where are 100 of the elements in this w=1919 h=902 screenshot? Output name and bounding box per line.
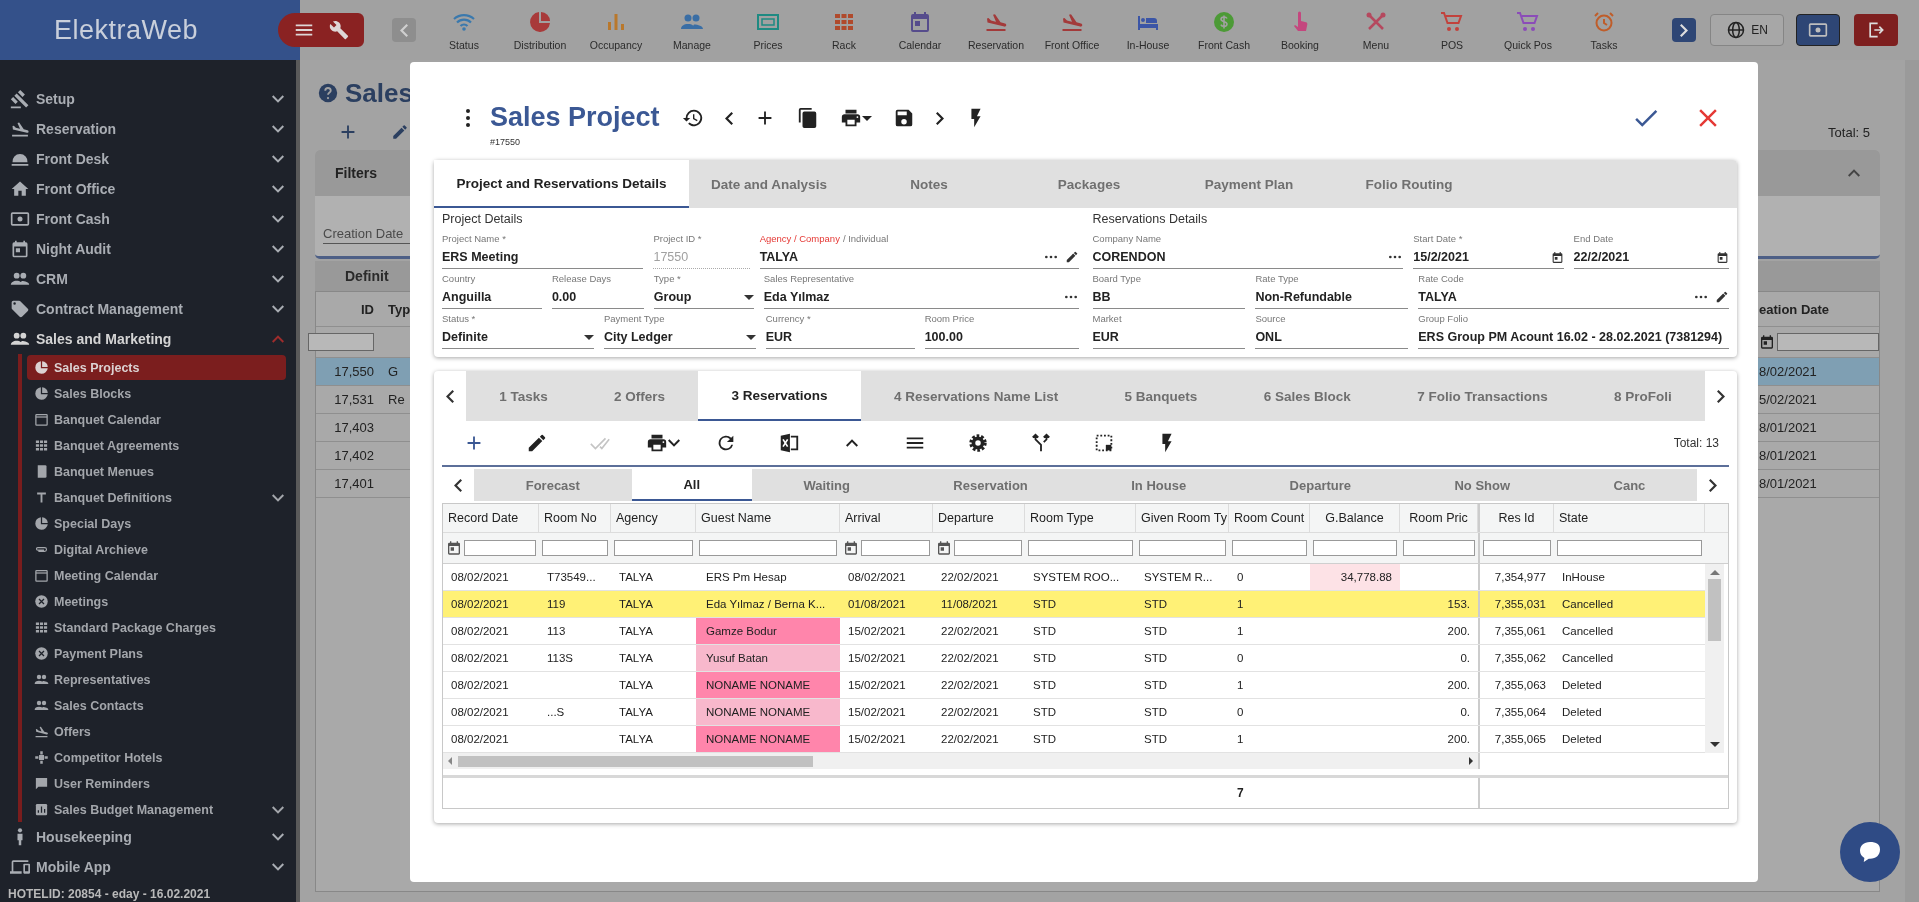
table-cell-text: TALYA (618, 732, 654, 747)
table-cell-text: 11/08/2021 (940, 597, 999, 612)
table-cell-text: STD (1032, 651, 1057, 666)
table-cell-text: STD (1143, 597, 1168, 612)
table-cell-text: TALYA (618, 651, 654, 666)
table-cell-text: 22/02/2021 (940, 705, 1000, 720)
column-header: Room Type (1025, 504, 1136, 532)
table-cell-text: 17,401 (333, 475, 375, 493)
table-cell-text: TALYA (618, 624, 654, 639)
table-cell-text: TALYA (618, 570, 654, 585)
field-label: Sales Representative (763, 272, 856, 286)
table-cell-text: Deleted (1561, 705, 1603, 720)
table-cell: Yusuf Batan (696, 645, 840, 671)
field-label: Start Date * (1413, 232, 1464, 246)
table-cell-text: 17,550 (333, 363, 375, 381)
table-cell: 34,778.88 (1310, 564, 1400, 590)
column-header: Given Room Ty (1136, 504, 1229, 532)
column-header: G.Balance (1310, 504, 1400, 532)
table-cell-text: 5/02/2021 (1759, 391, 1818, 409)
table-cell-text: TALYA (618, 705, 654, 720)
table-cell-text: 17,403 (333, 419, 375, 437)
column-header: Arrival (840, 504, 933, 532)
table-cell-text: 113S (546, 651, 574, 666)
table-cell-text: STD (1143, 678, 1168, 693)
table-cell-text: 0 (1236, 651, 1245, 666)
field-label: Rate Code (1418, 272, 1465, 286)
field-label: Rate Type (1255, 272, 1300, 286)
column-header: Typ (387, 300, 408, 319)
table-cell-text: 200. (1446, 678, 1471, 693)
table-cell-text: 8/02/2021 (1759, 363, 1818, 381)
total-count: Total: 5 (1828, 124, 1871, 140)
field-label: End Date (1573, 232, 1615, 246)
table-cell-text: Re (387, 391, 406, 409)
table-cell: NONAME NONAME (696, 699, 840, 725)
table-cell-text: 15/02/2021 (847, 705, 907, 720)
column-header: Room Pric (1400, 504, 1478, 532)
field-label: Release Days (551, 272, 613, 286)
field-label: Status * (442, 312, 477, 326)
table-cell-text: 1 (1236, 678, 1245, 693)
table-cell-text: 01/08/2021 (847, 597, 907, 612)
table-cell-text: 0. (1459, 651, 1471, 666)
table-cell-text: 08/02/2021 (450, 624, 510, 639)
table-cell-text: 17,531 (333, 391, 375, 409)
table-cell-text: 08/02/2021 (450, 678, 510, 693)
field-label: Company Name (1092, 232, 1163, 246)
table-cell-text: Deleted (1561, 732, 1603, 747)
table-cell-text: 08/02/2021 (450, 570, 510, 585)
field-label: Currency * (765, 312, 812, 326)
column-header: Departure (933, 504, 1025, 532)
table-cell-text: STD (1143, 705, 1168, 720)
table-cell-text: 17,402 (333, 447, 375, 465)
table-cell-text: TALYA (618, 597, 654, 612)
table-cell-text: 8/01/2021 (1759, 475, 1818, 493)
table-cell-text: T73549... (546, 570, 597, 585)
page-title: Sales (345, 77, 413, 109)
table-cell-text: 15/02/2021 (847, 624, 907, 639)
table-cell-text: 1 (1236, 732, 1245, 747)
app-logo: ElektraWeb (54, 14, 199, 46)
field-label: Board Type (1092, 272, 1142, 286)
table-cell-text: Cancelled (1561, 651, 1615, 666)
table-cell-text: 22/02/2021 (940, 624, 1000, 639)
column-header: State (1554, 504, 1705, 532)
table-cell-text: InHouse (1561, 570, 1606, 585)
table-cell-text: STD (1032, 732, 1057, 747)
field-label: Project ID * (653, 232, 703, 246)
field-label: Country (442, 272, 477, 286)
table-cell-text: 08/02/2021 (450, 732, 510, 747)
table-cell-text: 0 (1236, 705, 1245, 720)
column-header: eation Date (1759, 300, 1831, 319)
table-cell-text: 15/02/2021 (847, 678, 907, 693)
table-cell-text: Cancelled (1561, 597, 1615, 612)
table-cell-text: 08/02/2021 (450, 651, 510, 666)
table-cell-text: 15/02/2021 (847, 732, 907, 747)
table-cell-text: 1 (1236, 597, 1245, 612)
section-title: Project Details (442, 212, 524, 228)
table-cell-text: Cancelled (1561, 624, 1615, 639)
table-cell-text: 1 (1236, 624, 1245, 639)
column-header: Room No (539, 504, 611, 532)
record-number: #17550 (490, 137, 522, 147)
table-cell-text: 22/02/2021 (940, 732, 1000, 747)
panel-title: Filters (335, 165, 377, 181)
column-header: Agency (611, 504, 696, 532)
table-cell-text: Eda Yılmaz / Berna K... (705, 597, 827, 612)
column-header: Guest Name (696, 504, 840, 532)
table-cell-text: 113 (546, 624, 567, 639)
table-cell-text: G (387, 363, 400, 381)
table-cell-text: 08/02/2021 (450, 705, 510, 720)
field-label: Group Folio (1418, 312, 1469, 326)
table-cell-text: 15/02/2021 (847, 651, 907, 666)
table-cell-text: TALYA (618, 678, 654, 693)
field-label: Source (1255, 312, 1287, 326)
field-label: Agency / Company / Individual (759, 232, 890, 246)
field-label: Room Price (924, 312, 976, 326)
section-title: Reservations Details (1092, 212, 1209, 228)
column-header: Room Count (1229, 504, 1310, 532)
field-label: Market (1092, 312, 1123, 326)
table-cell-text: STD (1032, 624, 1057, 639)
column-header: ID (360, 300, 375, 319)
total-count: Total: 13 (1673, 436, 1720, 450)
table-cell-text: STD (1032, 678, 1057, 693)
